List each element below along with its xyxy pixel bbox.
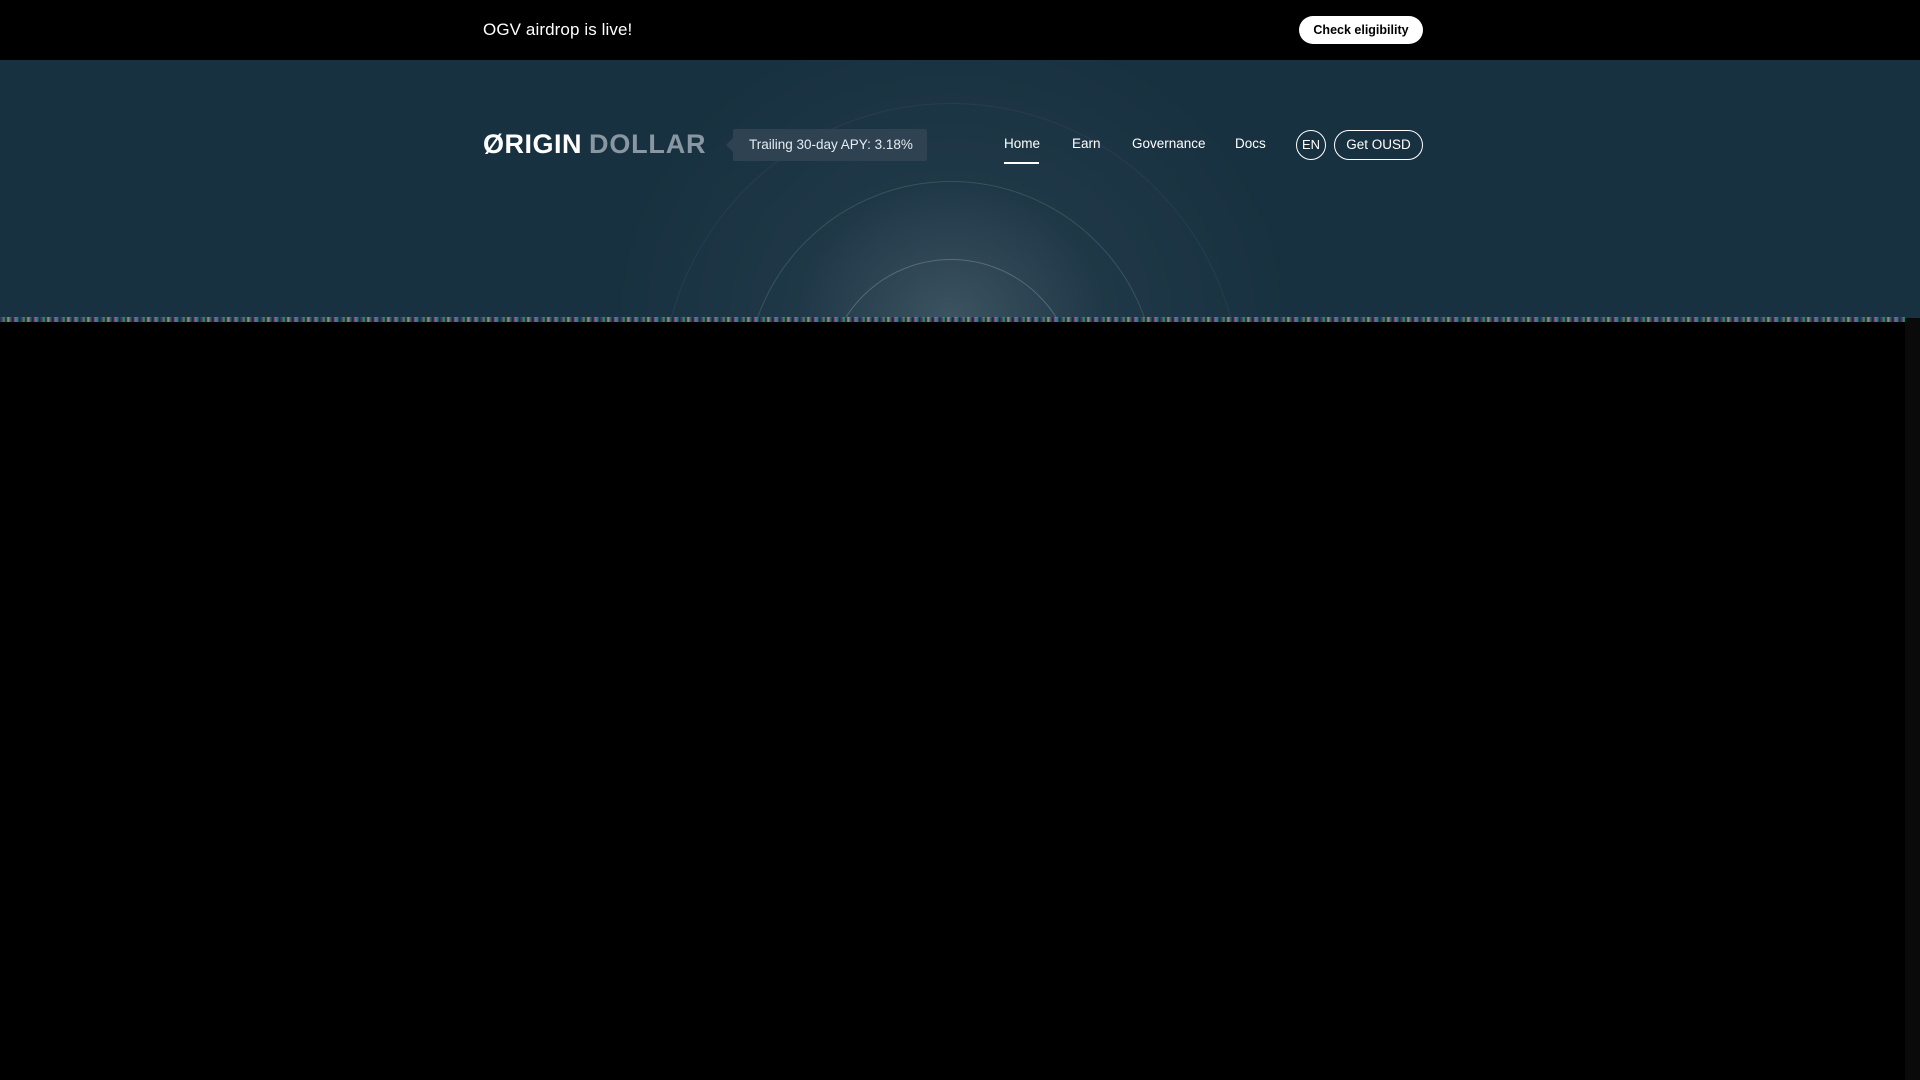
hero-header	[0, 60, 1920, 318]
page: OGV airdrop is live! Check eligibility Ø…	[0, 0, 1920, 1080]
announcement-text: OGV airdrop is live!	[483, 20, 633, 39]
apy-badge-text: Trailing 30-day APY: 3.18%	[749, 137, 913, 152]
main-content-area	[0, 322, 1905, 1080]
apy-badge: Trailing 30-day APY: 3.18%	[726, 129, 927, 161]
get-ousd-button[interactable]: Get OUSD	[1334, 130, 1423, 160]
nav-active-indicator	[1004, 162, 1039, 164]
logo-origin-text: ØRIGIN	[483, 129, 583, 159]
language-selector-button[interactable]: EN	[1296, 130, 1326, 160]
nav-earn[interactable]: Earn	[1072, 134, 1101, 154]
nav-home[interactable]: Home	[1004, 134, 1040, 154]
nav-governance[interactable]: Governance	[1132, 134, 1206, 154]
nav-docs[interactable]: Docs	[1235, 134, 1266, 154]
origin-dollar-logo[interactable]: ØRIGIN DOLLAR	[483, 129, 706, 159]
apy-badge-pointer	[726, 138, 733, 152]
announcement-banner: OGV airdrop is live! Check eligibility	[0, 0, 1920, 60]
check-eligibility-button[interactable]: Check eligibility	[1299, 16, 1423, 44]
logo-dollar-text: DOLLAR	[589, 129, 707, 159]
scrollbar-track[interactable]	[1905, 318, 1920, 1080]
